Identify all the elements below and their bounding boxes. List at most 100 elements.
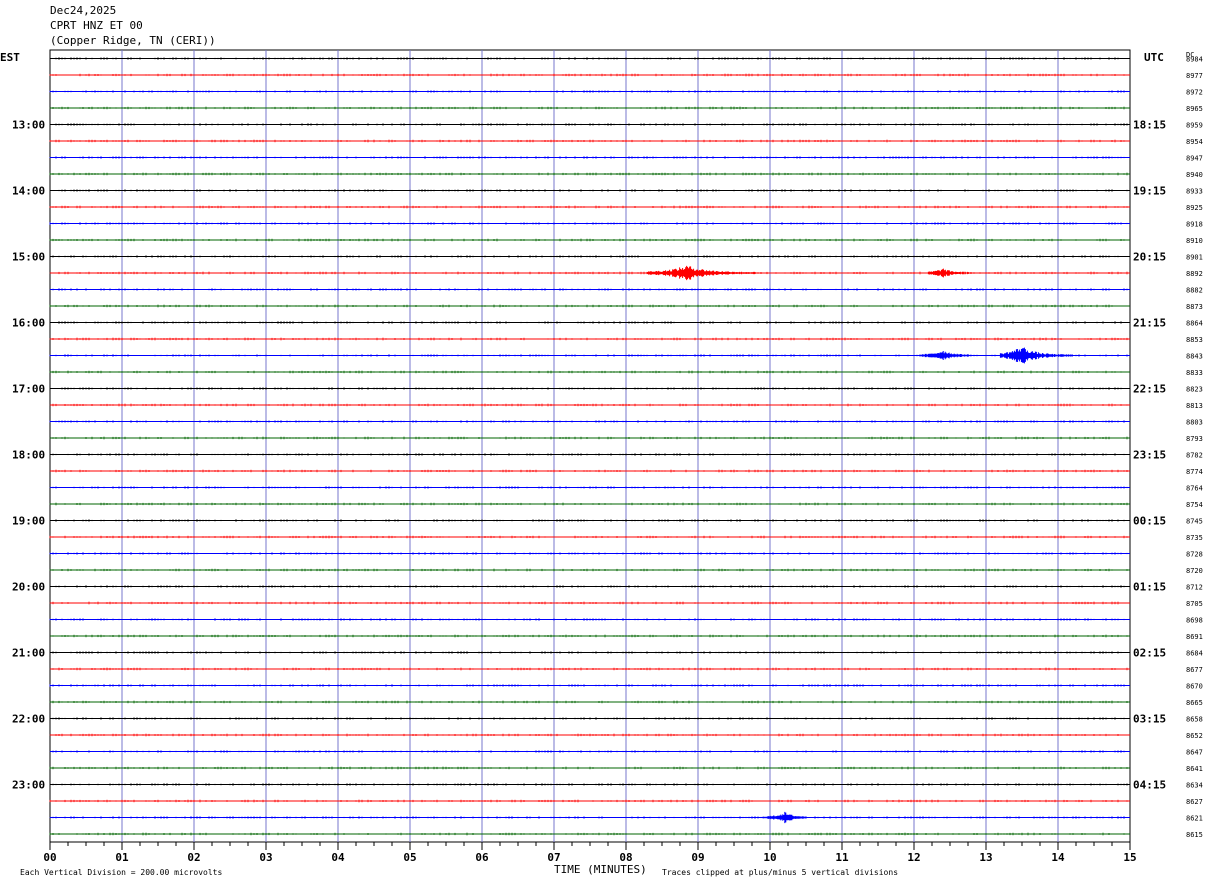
right-hour-label: 02:15 <box>1133 647 1166 660</box>
right-hour-label: 04:15 <box>1133 779 1166 792</box>
right-hour-label: 00:15 <box>1133 515 1166 528</box>
right-hour-label: 21:15 <box>1133 317 1166 330</box>
left-hour-label: 18:00 <box>12 449 45 462</box>
right-hour-label: 01:15 <box>1133 581 1166 594</box>
clip-note: Traces clipped at plus/minus 5 vertical … <box>662 868 898 877</box>
left-hour-label: 14:00 <box>12 185 45 198</box>
x-tick-label: 09 <box>691 851 704 864</box>
x-tick-label: 00 <box>43 851 56 864</box>
right-hour-label: 23:15 <box>1133 449 1166 462</box>
dc-value-label: 8882 <box>1186 287 1203 295</box>
dc-value-label: 8918 <box>1186 221 1203 229</box>
x-axis-ticks: 00 01 02 03 04 05 06 07 08 09 10 11 12 13 14 15 <box>43 842 1137 864</box>
dc-value-label: 8705 <box>1186 600 1203 608</box>
right-hour-label: 20:15 <box>1133 251 1166 264</box>
x-tick-label: 15 <box>1123 851 1136 864</box>
x-tick-label: 04 <box>331 851 345 864</box>
right-hour-labels: 18:15 19:15 20:15 21:15 22:15 23:15 00:15 01:15… <box>1133 119 1166 792</box>
dc-value-label: 8665 <box>1186 699 1203 707</box>
dc-value-label: 8735 <box>1186 534 1203 542</box>
dc-value-label: 8754 <box>1186 501 1203 509</box>
dc-value-label: 8977 <box>1186 72 1203 80</box>
left-hour-label: 20:00 <box>12 581 45 594</box>
dc-value-label: 8774 <box>1186 468 1203 476</box>
left-timezone-label: EST <box>0 51 20 64</box>
right-timezone-label: UTC <box>1144 51 1164 64</box>
x-tick-label: 02 <box>187 851 200 864</box>
dc-value-label: 8873 <box>1186 303 1203 311</box>
dc-value-label: 8803 <box>1186 419 1203 427</box>
x-tick-label: 03 <box>259 851 272 864</box>
x-tick-label: 12 <box>907 851 920 864</box>
dc-value-label: 8712 <box>1186 584 1203 592</box>
dc-offset-labels: 8984897789728965895989548947894089338925… <box>1186 56 1203 840</box>
right-hour-label: 19:15 <box>1133 185 1166 198</box>
dc-value-label: 8901 <box>1186 254 1203 262</box>
dc-value-label: 8764 <box>1186 485 1203 493</box>
event-1 <box>927 268 972 278</box>
dc-value-label: 8670 <box>1186 683 1203 691</box>
right-hour-label: 18:15 <box>1133 119 1166 132</box>
dc-value-label: 8691 <box>1186 633 1203 641</box>
dc-value-label: 8627 <box>1186 798 1203 806</box>
left-hour-label: 19:00 <box>12 515 45 528</box>
dc-value-label: 8864 <box>1186 320 1203 328</box>
left-hour-label: 17:00 <box>12 383 45 396</box>
event-3 <box>999 347 1073 364</box>
dc-value-label: 8615 <box>1186 831 1203 839</box>
x-tick-label: 11 <box>835 851 849 864</box>
dc-value-label: 8965 <box>1186 105 1203 113</box>
dc-value-label: 8925 <box>1186 204 1203 212</box>
dc-value-label: 8940 <box>1186 171 1203 179</box>
scale-note: Each Vertical Division = 200.00 microvol… <box>20 868 222 877</box>
dc-value-label: 8782 <box>1186 452 1203 460</box>
dc-value-label: 8959 <box>1186 122 1203 130</box>
dc-value-label: 8728 <box>1186 551 1203 559</box>
x-tick-label: 05 <box>403 851 416 864</box>
vertical-gridlines <box>121 50 1059 842</box>
dc-value-label: 8910 <box>1186 237 1203 245</box>
x-tick-label: 14 <box>1051 851 1065 864</box>
dc-value-label: 8647 <box>1186 749 1203 757</box>
x-axis-title: TIME (MINUTES) <box>554 863 647 876</box>
seismic-traces <box>49 57 1130 836</box>
dc-value-label: 8658 <box>1186 716 1203 724</box>
dc-value-label: 8813 <box>1186 402 1203 410</box>
dc-value-label: 8621 <box>1186 815 1203 823</box>
dc-value-label: 8823 <box>1186 386 1203 394</box>
dc-header-label: DC <box>1186 51 1194 59</box>
left-hour-label: 13:00 <box>12 119 45 132</box>
dc-value-label: 8843 <box>1186 353 1203 361</box>
left-hour-label: 15:00 <box>12 251 45 264</box>
x-tick-label: 10 <box>763 851 776 864</box>
right-hour-label: 22:15 <box>1133 383 1166 396</box>
seismic-events <box>647 265 1073 824</box>
dc-value-label: 8947 <box>1186 155 1203 163</box>
left-hour-label: 22:00 <box>12 713 45 726</box>
dc-value-label: 8641 <box>1186 765 1203 773</box>
x-tick-label: 01 <box>115 851 129 864</box>
dc-value-label: 8892 <box>1186 270 1203 278</box>
right-hour-label: 03:15 <box>1133 713 1166 726</box>
plot-frame <box>49 49 1131 843</box>
dc-value-label: 8698 <box>1186 617 1203 625</box>
dc-value-label: 8652 <box>1186 732 1203 740</box>
dc-value-label: 8677 <box>1186 666 1203 674</box>
dc-value-label: 8833 <box>1186 369 1203 377</box>
helicorder-chart: 00 01 02 03 04 05 06 07 08 09 10 11 12 13 14 15 13:0014… <box>0 49 1203 877</box>
dc-value-label: 8972 <box>1186 89 1203 97</box>
left-hour-labels: 13:00 14:00 15:00 16:00 17:00 18:00 19:00 20:00… <box>12 119 45 792</box>
dc-value-label: 8933 <box>1186 188 1203 196</box>
event-0 <box>647 265 757 281</box>
left-hour-label: 16:00 <box>12 317 45 330</box>
x-tick-label: 06 <box>475 851 489 864</box>
left-hour-label: 21:00 <box>12 647 45 660</box>
dc-value-label: 8634 <box>1186 782 1203 790</box>
dc-value-label: 8720 <box>1186 567 1203 575</box>
event-2 <box>920 351 972 360</box>
dc-value-label: 8954 <box>1186 138 1203 146</box>
left-hour-label: 23:00 <box>12 779 45 792</box>
dc-value-label: 8684 <box>1186 650 1203 658</box>
dc-value-label: 8793 <box>1186 435 1203 443</box>
dc-value-label: 8745 <box>1186 518 1203 526</box>
